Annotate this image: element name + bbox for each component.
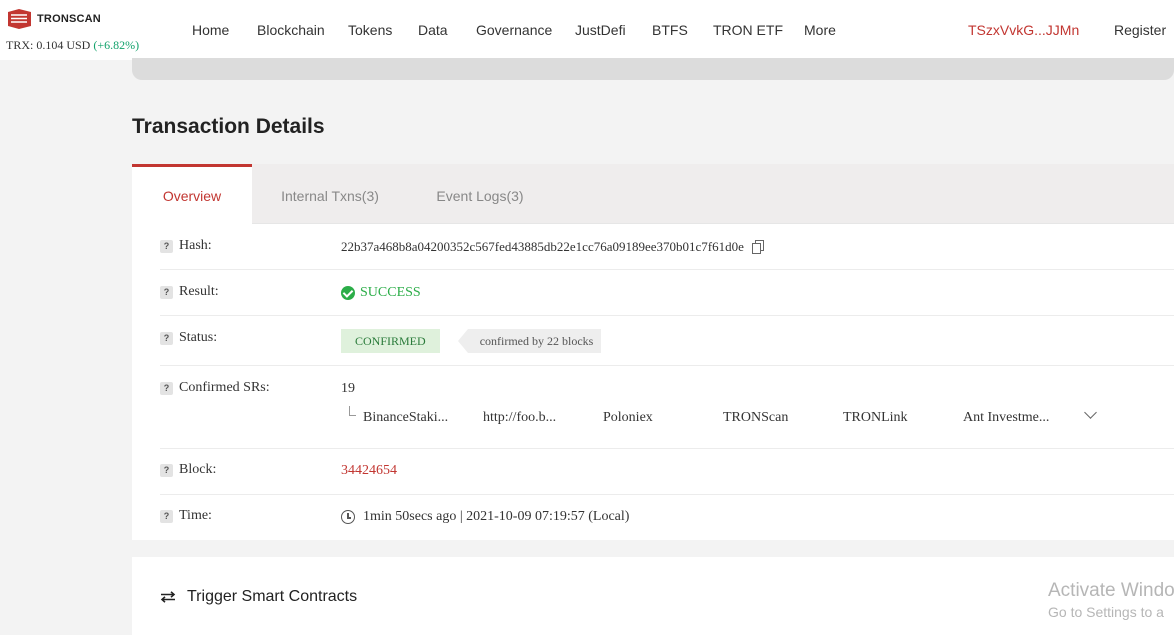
check-circle-icon <box>341 286 355 300</box>
help-icon[interactable]: ? <box>160 509 173 523</box>
help-icon[interactable]: ? <box>160 239 173 253</box>
block-value: 34424654 <box>341 463 397 479</box>
nav-more[interactable]: More <box>804 22 836 38</box>
trigger-smart-contracts-card: Trigger Smart Contracts <box>132 557 1174 635</box>
sr-item[interactable]: Ant Investme... <box>963 410 1049 426</box>
tronscan-logo-icon <box>8 9 31 29</box>
nav-home[interactable]: Home <box>192 22 229 38</box>
tab-overview[interactable]: Overview <box>132 164 252 224</box>
help-icon[interactable]: ? <box>160 285 173 299</box>
watermark-line-1: Activate Windo <box>1048 580 1174 601</box>
confirmed-badge: CONFIRMED <box>341 329 440 353</box>
clock-icon <box>341 510 355 524</box>
hash-text: 22b37a468b8a04200352c567fed43885db22e1cc… <box>341 239 744 254</box>
confirmations-tag: confirmed by 22 blocks <box>457 329 602 353</box>
nav-btfs[interactable]: BTFS <box>652 22 688 38</box>
sr-item[interactable]: BinanceStaki... <box>363 410 448 426</box>
time-row: ? Time: 1min 50secs ago | 2021-10-09 07:… <box>160 495 1174 540</box>
status-value: CONFIRMED confirmed by 22 blocks <box>341 329 602 353</box>
nav-tron-etf[interactable]: TRON ETF <box>713 22 783 38</box>
sr-item[interactable]: http://foo.b... <box>483 410 556 426</box>
timestamp-text: 1min 50secs ago | 2021-10-09 07:19:57 (L… <box>363 509 630 524</box>
srs-count: 19 <box>341 381 355 396</box>
trx-price: TRX: 0.104 USD (+6.82%) <box>6 38 139 53</box>
nav-justdefi[interactable]: JustDefi <box>575 22 626 38</box>
activate-windows-watermark: Activate Windo Go to Settings to a <box>1048 580 1174 620</box>
result-row: ? Result: SUCCESS <box>160 270 1174 316</box>
time-value: 1min 50secs ago | 2021-10-09 07:19:57 (L… <box>341 509 629 525</box>
block-label: ? Block: <box>160 462 216 478</box>
transaction-details-card: Overview Internal Txns(3) Event Logs(3) … <box>132 164 1174 540</box>
watermark-line-2: Go to Settings to a <box>1048 604 1164 620</box>
confirmed-srs-label: ? Confirmed SRs: <box>160 380 270 396</box>
page-title: Transaction Details <box>132 115 325 138</box>
register-link[interactable]: Register <box>1114 22 1166 38</box>
help-icon[interactable]: ? <box>160 381 173 395</box>
tronscan-logo[interactable]: TRONSCAN <box>6 8 101 30</box>
block-number-link[interactable]: 34424654 <box>341 463 397 479</box>
detail-tabs: Overview Internal Txns(3) Event Logs(3) <box>132 164 1174 224</box>
collapsed-search-bar <box>132 58 1174 80</box>
hash-value: 22b37a468b8a04200352c567fed43885db22e1cc… <box>341 239 764 255</box>
account-address[interactable]: TSzxVvkG...JJMn <box>968 22 1079 38</box>
trx-price-value: TRX: 0.104 USD <box>6 38 91 52</box>
logo-text: TRONSCAN <box>37 13 101 25</box>
nav-blockchain[interactable]: Blockchain <box>257 22 325 38</box>
sr-item[interactable]: TRONLink <box>843 410 908 426</box>
sr-list: BinanceStaki... http://foo.b... Poloniex… <box>341 406 1141 428</box>
swap-arrows-icon <box>160 591 176 603</box>
nav-tokens[interactable]: Tokens <box>348 22 392 38</box>
time-label: ? Time: <box>160 508 212 524</box>
block-row: ? Block: 34424654 <box>160 449 1174 495</box>
tab-internal-txns[interactable]: Internal Txns(3) <box>252 164 408 224</box>
status-label: ? Status: <box>160 330 217 346</box>
sr-item[interactable]: Poloniex <box>603 410 653 426</box>
help-icon[interactable]: ? <box>160 331 173 345</box>
result-value: SUCCESS <box>341 285 421 301</box>
status-row: ? Status: CONFIRMED confirmed by 22 bloc… <box>160 316 1174 366</box>
hash-row: ? Hash: 22b37a468b8a04200352c567fed43885… <box>160 224 1174 270</box>
tab-event-logs[interactable]: Event Logs(3) <box>408 164 552 224</box>
help-icon[interactable]: ? <box>160 463 173 477</box>
top-header: TRONSCAN TRX: 0.104 USD (+6.82%) Home Bl… <box>0 0 1174 60</box>
sr-item[interactable]: TRONScan <box>723 410 788 426</box>
result-status-text: SUCCESS <box>360 285 421 300</box>
trigger-smart-contracts-heading: Trigger Smart Contracts <box>160 588 357 606</box>
nav-data[interactable]: Data <box>418 22 448 38</box>
hash-label: ? Hash: <box>160 238 212 254</box>
copy-icon[interactable] <box>751 240 764 254</box>
confirmed-srs-row: ? Confirmed SRs: 19 BinanceStaki... http… <box>160 366 1174 449</box>
nav-governance[interactable]: Governance <box>476 22 552 38</box>
result-label: ? Result: <box>160 284 219 300</box>
trx-price-change: (+6.82%) <box>93 38 140 52</box>
tree-branch-icon <box>349 406 356 416</box>
chevron-down-icon[interactable] <box>1084 406 1097 419</box>
